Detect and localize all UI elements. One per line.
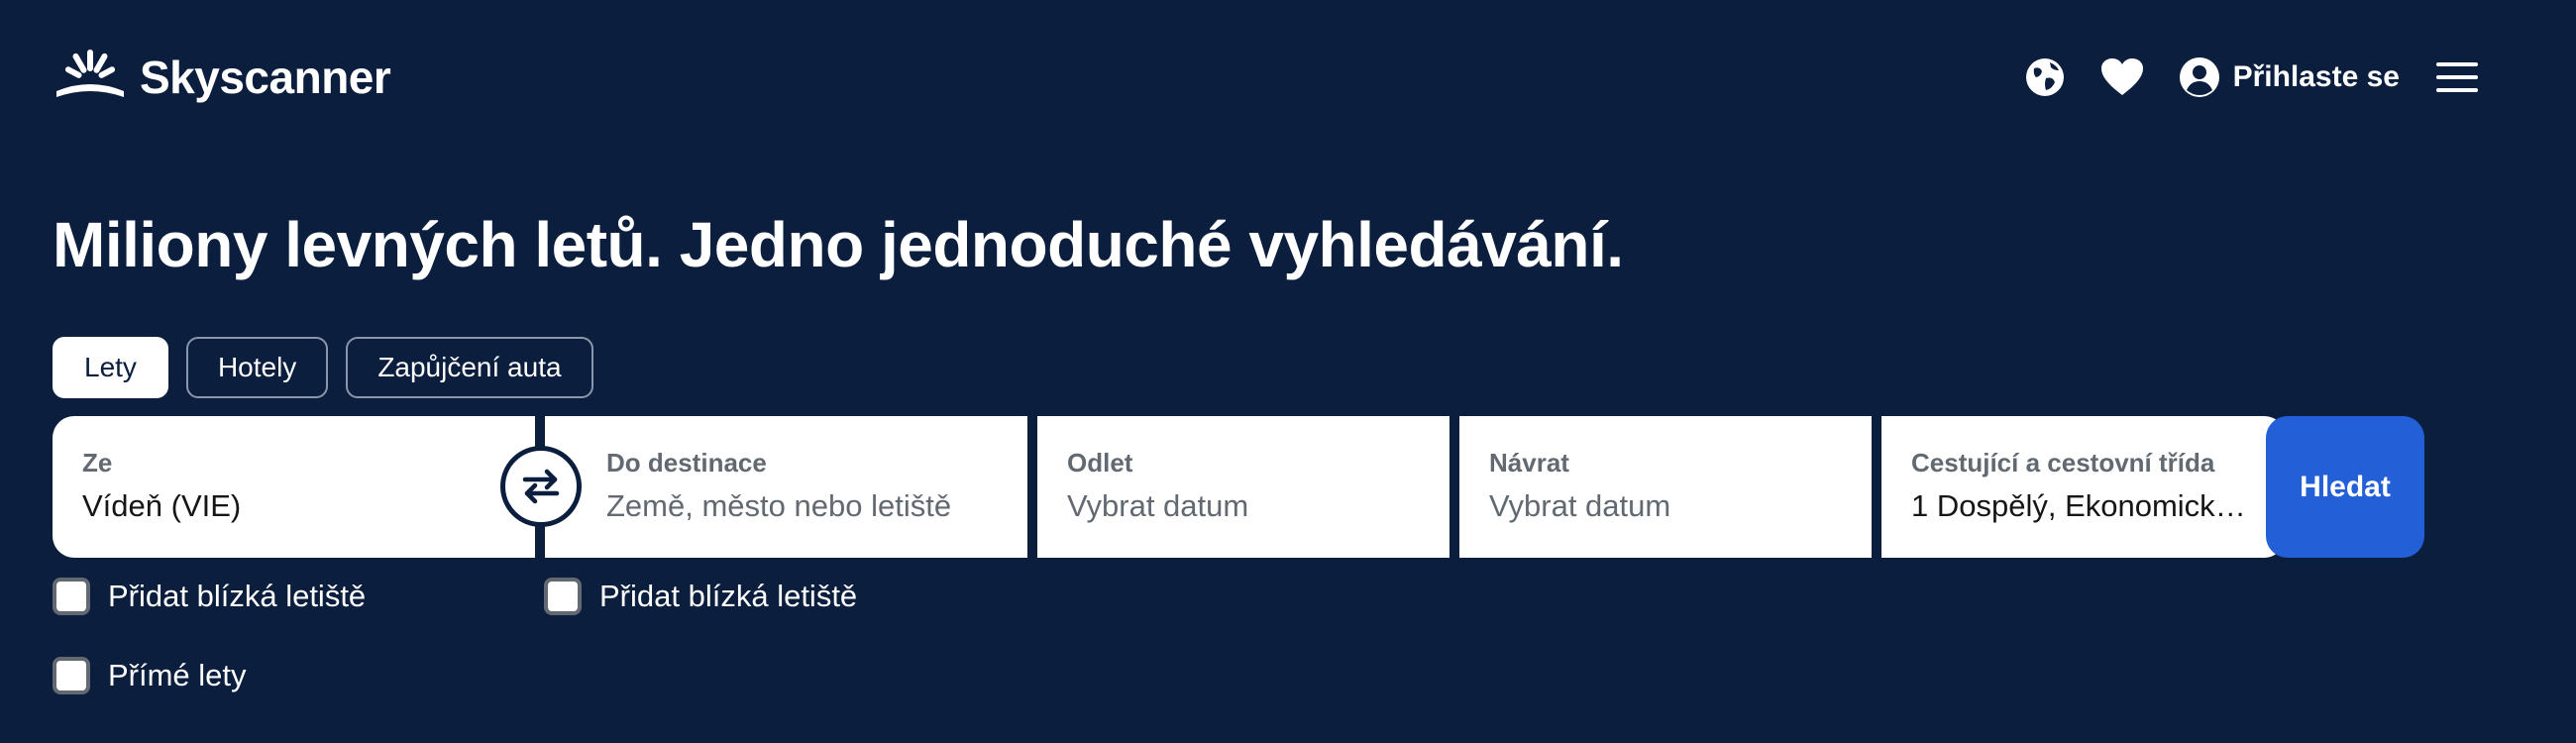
travellers-value: 1 Dospělý, Ekonomická třída	[1911, 488, 2256, 523]
tab-hotels[interactable]: Hotely	[185, 337, 329, 398]
page: Skyscanner Přihlaste se Miliony levných …	[0, 0, 2576, 743]
checkbox-box[interactable]	[53, 578, 90, 615]
nearby-airports-origin-checkbox[interactable]: Přidat blízká letiště	[53, 578, 366, 615]
depart-label: Odlet	[1067, 448, 1133, 478]
tab-flights[interactable]: Lety	[53, 337, 168, 398]
checkbox-box[interactable]	[544, 578, 582, 615]
nearby-airports-destination-checkbox[interactable]: Přidat blízká letiště	[544, 578, 857, 615]
checkbox-label: Přidat blízká letiště	[108, 579, 367, 613]
destination-field[interactable]: Do destinace Země, město nebo letiště	[545, 416, 1027, 558]
header-actions: Přihlaste se	[2023, 48, 2479, 107]
depart-placeholder: Vybrat datum	[1067, 488, 1249, 523]
origin-value: Vídeň (VIE)	[82, 488, 242, 523]
heart-icon[interactable]	[2100, 55, 2144, 99]
destination-placeholder: Země, město nebo letiště	[606, 488, 952, 523]
globe-icon[interactable]	[2023, 55, 2067, 99]
direct-flights-checkbox[interactable]: Přímé lety	[53, 657, 247, 694]
origin-field[interactable]: Ze Vídeň (VIE)	[53, 416, 535, 558]
flight-search-form: Ze Vídeň (VIE) Do destinace Země, město …	[53, 416, 2286, 558]
travellers-field[interactable]: Cestující a cestovní třída 1 Dospělý, Ek…	[1881, 416, 2286, 558]
account-icon[interactable]	[2178, 55, 2221, 99]
swap-button[interactable]	[500, 446, 582, 527]
menu-icon[interactable]	[2435, 55, 2479, 99]
brand-name: Skyscanner	[140, 52, 391, 103]
tab-car-hire[interactable]: Zapůjčení auta	[346, 337, 593, 398]
checkbox-box[interactable]	[53, 657, 90, 694]
return-placeholder: Vybrat datum	[1489, 488, 1671, 523]
page-title: Miliony levných letů. Jedno jednoduché v…	[53, 209, 1624, 280]
checkbox-label: Přidat blízká letiště	[599, 579, 858, 613]
login-link[interactable]: Přihlaste se	[2233, 60, 2400, 94]
return-date-field[interactable]: Návrat Vybrat datum	[1459, 416, 1872, 558]
product-tabs: Lety Hotely Zapůjčení auta	[53, 337, 593, 398]
skyscanner-logo[interactable]: Skyscanner	[53, 48, 391, 107]
swap-arrows-icon	[522, 469, 560, 504]
origin-label: Ze	[82, 448, 113, 478]
return-label: Návrat	[1489, 448, 1569, 478]
checkbox-label: Přímé lety	[108, 658, 247, 692]
search-button[interactable]: Hledat	[2266, 416, 2424, 558]
travellers-label: Cestující a cestovní třída	[1911, 448, 2215, 478]
destination-label: Do destinace	[606, 448, 767, 478]
depart-date-field[interactable]: Odlet Vybrat datum	[1037, 416, 1449, 558]
sunrise-logo-icon	[56, 50, 124, 97]
